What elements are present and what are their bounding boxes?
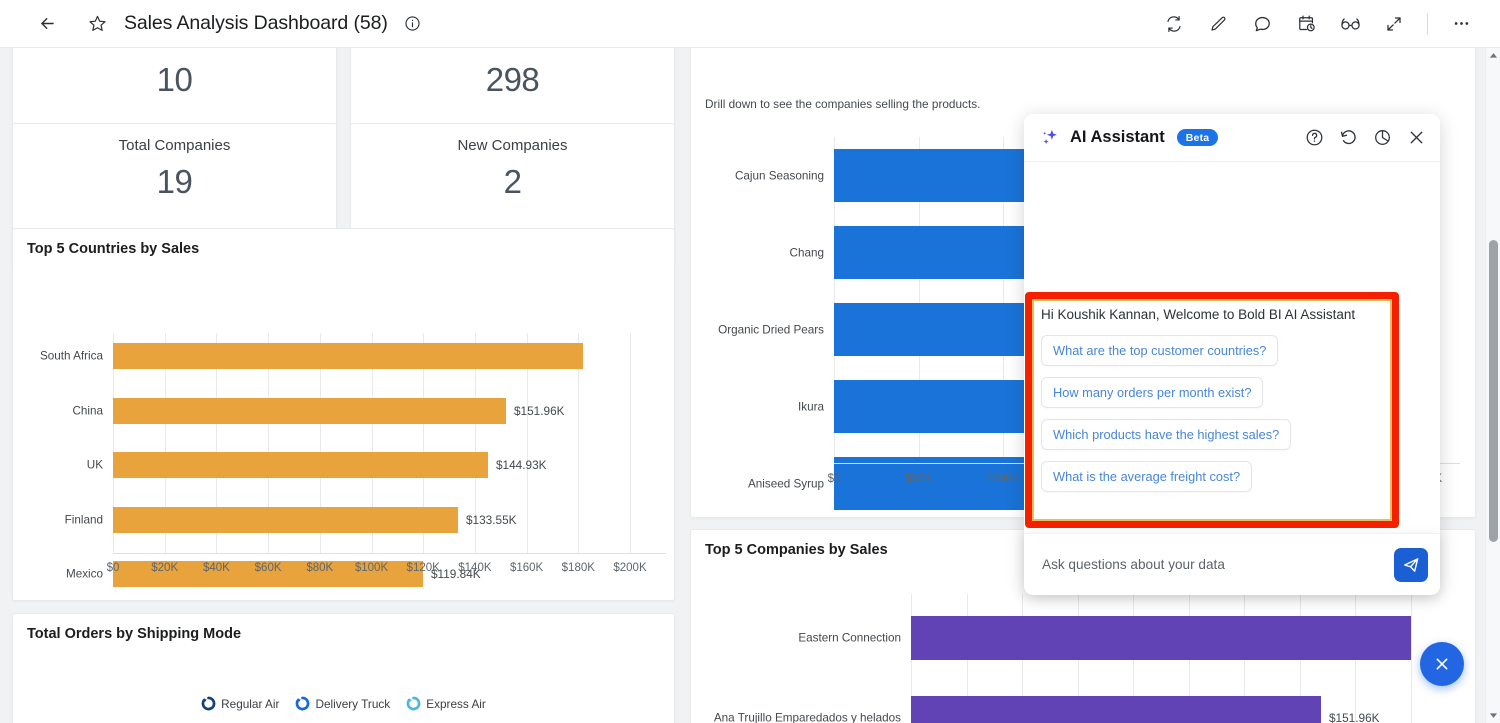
legend-label: Delivery Truck xyxy=(315,696,391,711)
insights-icon[interactable] xyxy=(1371,127,1393,149)
edit-icon[interactable] xyxy=(1201,7,1235,41)
schedule-icon[interactable] xyxy=(1289,7,1323,41)
x-tick: $0 xyxy=(106,562,120,574)
cat-label: UK xyxy=(86,458,103,472)
scrollbar-thumb[interactable] xyxy=(1489,240,1498,542)
comment-icon[interactable] xyxy=(1245,7,1279,41)
kpi-value: 19 xyxy=(156,163,193,200)
products-chart-subtitle: Drill down to see the companies selling … xyxy=(705,97,981,111)
ai-question-input[interactable] xyxy=(1042,557,1394,572)
legend-item[interactable]: Delivery Truck xyxy=(295,696,390,711)
legend-marker-icon xyxy=(296,696,310,711)
app-header: Sales Analysis Dashboard (58) xyxy=(0,0,1500,48)
ai-welcome-text: Hi Koushik Kannan, Welcome to Bold BI AI… xyxy=(1041,307,1356,322)
favorite-star-icon[interactable] xyxy=(80,7,114,41)
x-tick: $0 xyxy=(827,473,841,485)
bar-china[interactable] xyxy=(113,397,506,424)
cat-label: South Africa xyxy=(39,349,103,363)
help-icon[interactable] xyxy=(1303,127,1325,149)
ai-close-fab[interactable] xyxy=(1420,642,1464,686)
view-icon[interactable] xyxy=(1333,7,1367,41)
cat-label: Ikura xyxy=(798,400,824,413)
legend-marker-icon xyxy=(406,696,421,711)
ai-assistant-title: AI Assistant xyxy=(1070,128,1165,146)
suggestion-chip-4[interactable]: What is the average freight cost? xyxy=(1041,460,1253,492)
x-tick: $100K xyxy=(354,562,389,574)
cat-label: Organic Dried Pears xyxy=(718,323,824,336)
scroll-down-arrow[interactable] xyxy=(1486,708,1500,723)
countries-chart-title: Top 5 Countries by Sales xyxy=(27,241,200,257)
bar-finland[interactable] xyxy=(113,506,458,533)
bar-ana-trujillo[interactable] xyxy=(911,696,1321,723)
suggestion-chip-3[interactable]: Which products have the highest sales? xyxy=(1041,418,1292,450)
kpi-value: 298 xyxy=(485,61,540,98)
x-tick: $160K xyxy=(509,562,544,574)
x-tick: $80K xyxy=(306,562,334,574)
cat-label: Finland xyxy=(64,513,103,526)
x-tick: $180K xyxy=(561,562,595,574)
kpi-value: 10 xyxy=(156,61,193,98)
cat-label: Mexico xyxy=(65,567,103,581)
bar-uk[interactable] xyxy=(113,452,488,478)
kpi-label: Total Companies xyxy=(118,137,231,154)
countries-bar-plot: South Africa China UK Finland Mexico $15… xyxy=(40,333,666,590)
sparkle-icon xyxy=(1043,129,1057,145)
expand-icon[interactable] xyxy=(1377,7,1411,41)
header-actions xyxy=(1157,7,1500,41)
legend-label: Regular Air xyxy=(221,696,280,711)
beta-badge: Beta xyxy=(1176,129,1219,146)
ai-welcome-block: Hi Koushik Kannan, Welcome to Bold BI AI… xyxy=(1041,306,1385,492)
cat-label: Aniseed Syrup xyxy=(747,477,824,490)
bar-value-label: $144.93K xyxy=(496,458,547,472)
x-tick: $120K xyxy=(406,562,440,574)
x-tick: $60K xyxy=(254,562,282,574)
x-tick: $40K xyxy=(202,562,230,574)
scroll-up-arrow[interactable] xyxy=(1486,48,1500,63)
countries-chart-card[interactable]: Top 5 Countries by Sales South Africa Ch… xyxy=(12,228,675,601)
suggestion-chip-1[interactable]: What are the top customer countries? xyxy=(1041,334,1279,366)
back-button[interactable] xyxy=(30,7,64,41)
bar-value-label: $151.96K xyxy=(514,403,565,418)
cat-label: China xyxy=(72,404,103,417)
kpi-label: New Companies xyxy=(457,137,568,154)
more-options-icon[interactable] xyxy=(1444,7,1478,41)
kpi-card-1[interactable]: 10 xyxy=(12,48,337,126)
x-tick: $200K xyxy=(613,562,647,574)
header-divider xyxy=(1427,12,1428,35)
legend-marker-icon xyxy=(201,696,216,711)
legend-label: Express Air xyxy=(426,696,486,711)
refresh-icon[interactable] xyxy=(1157,7,1191,41)
cat-label: Chang xyxy=(789,246,824,259)
cat-label: Ana Trujillo Emparedados y helados xyxy=(713,711,901,723)
kpi-value: 2 xyxy=(503,163,522,200)
kpi-card-2[interactable]: 298 xyxy=(350,48,675,126)
ai-assistant-header: AI Assistant Beta xyxy=(1024,114,1440,162)
gridline xyxy=(630,333,631,554)
shipping-legend: Regular Air Delivery Truck Express Air xyxy=(13,696,674,711)
companies-bar-plot: Eastern Connection Ana Trujillo Empareda… xyxy=(714,594,1467,723)
x-tick: $140K xyxy=(458,562,492,574)
bar-south-africa[interactable] xyxy=(113,343,583,369)
bar-value-label: $133.55K xyxy=(466,512,517,527)
x-tick: $50K xyxy=(905,473,932,485)
x-tick: $100K xyxy=(986,473,1020,485)
info-icon[interactable] xyxy=(396,7,430,41)
legend-item[interactable]: Regular Air xyxy=(201,696,279,711)
cat-label: Eastern Connection xyxy=(798,631,901,645)
ai-input-bar xyxy=(1024,533,1440,595)
send-button[interactable] xyxy=(1394,547,1428,582)
vertical-scrollbar[interactable] xyxy=(1485,48,1500,723)
x-tick: $20K xyxy=(151,562,179,574)
legend-item[interactable]: Express Air xyxy=(406,696,486,711)
x-axis-line xyxy=(113,553,666,554)
shipping-chart-title: Total Orders by Shipping Mode xyxy=(27,626,242,642)
suggestion-chip-2[interactable]: How many orders per month exist? xyxy=(1041,376,1264,408)
page-title: Sales Analysis Dashboard (58) xyxy=(124,12,388,34)
cat-label: Cajun Seasoning xyxy=(734,169,824,182)
shipping-chart-card[interactable]: Total Orders by Shipping Mode Regular Ai… xyxy=(12,613,675,723)
bar-value-label: $151.96K xyxy=(1329,711,1380,723)
close-icon[interactable] xyxy=(1405,127,1427,149)
bar-eastern-connection[interactable] xyxy=(911,616,1411,660)
history-icon[interactable] xyxy=(1337,127,1359,149)
